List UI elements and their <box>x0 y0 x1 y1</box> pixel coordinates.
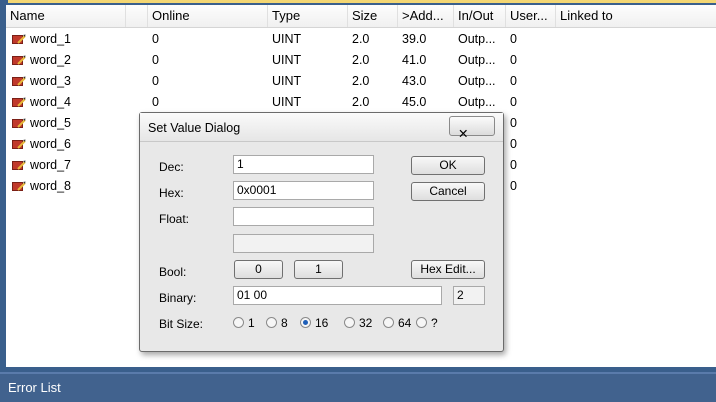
radio-label: 1 <box>248 316 255 330</box>
radio-dot <box>233 317 244 329</box>
col-inout[interactable]: In/Out <box>454 5 506 27</box>
col-size[interactable]: Size <box>348 5 398 27</box>
bitsize-radio-auto[interactable]: ? <box>416 316 438 330</box>
cell-user: 0 <box>510 158 517 172</box>
cell-online: 0 <box>152 53 159 67</box>
binary-size-field: 2 <box>453 286 485 305</box>
cell-name: word_7 <box>30 158 71 172</box>
variable-icon <box>12 139 26 149</box>
dec-label: Dec: <box>159 160 184 174</box>
variable-icon <box>12 118 26 128</box>
radio-dot <box>300 317 311 329</box>
col-type[interactable]: Type <box>268 5 348 27</box>
float-extra-field <box>233 234 374 253</box>
bitsize-radio-32[interactable]: 32 <box>344 316 372 330</box>
cell-user: 0 <box>510 116 517 130</box>
bitsize-radio-1[interactable]: 1 <box>233 316 255 330</box>
cell-addr: 39.0 <box>402 32 427 46</box>
radio-label: ? <box>431 316 438 330</box>
cell-inout: Outp... <box>458 74 496 88</box>
error-list-bar[interactable]: Error List <box>0 372 716 402</box>
cancel-button[interactable]: Cancel <box>411 182 485 201</box>
set-value-dialog: Set Value Dialog ✕ Dec: 1 OK Hex: 0x0001… <box>139 112 504 352</box>
cell-user: 0 <box>510 179 517 193</box>
table-row[interactable]: word_1 0 UINT 2.0 39.0 Outp... 0 <box>6 29 716 50</box>
cell-name: word_6 <box>30 137 71 151</box>
variable-icon <box>12 55 26 65</box>
variable-icon <box>12 181 26 191</box>
bitsize-radio-64[interactable]: 64 <box>383 316 411 330</box>
col-linked[interactable]: Linked to <box>556 5 716 27</box>
cell-type: UINT <box>272 74 302 88</box>
bool-label: Bool: <box>159 265 187 279</box>
cell-user: 0 <box>510 137 517 151</box>
bitsize-radio-8[interactable]: 8 <box>266 316 288 330</box>
cell-addr: 45.0 <box>402 95 427 109</box>
radio-label: 32 <box>359 316 373 330</box>
radio-dot <box>266 317 277 329</box>
bool-false-button[interactable]: 0 <box>234 260 283 279</box>
variable-icon <box>12 76 26 86</box>
close-button[interactable]: ✕ <box>449 116 495 141</box>
cell-type: UINT <box>272 95 302 109</box>
ok-button[interactable]: OK <box>411 156 485 175</box>
radio-dot <box>344 317 355 329</box>
radio-label: 16 <box>315 316 329 330</box>
dialog-title-bar: Set Value Dialog ✕ <box>140 113 503 142</box>
cell-user: 0 <box>510 95 517 109</box>
hex-field[interactable]: 0x0001 <box>233 181 374 200</box>
radio-dot <box>416 317 427 329</box>
cell-online: 0 <box>152 74 159 88</box>
variable-icon <box>12 160 26 170</box>
col-user[interactable]: User... <box>506 5 556 27</box>
hex-edit-button[interactable]: Hex Edit... <box>411 260 485 279</box>
cell-name: word_1 <box>30 32 71 46</box>
cell-name: word_8 <box>30 179 71 193</box>
cell-name: word_4 <box>30 95 71 109</box>
variable-icon <box>12 97 26 107</box>
cell-type: UINT <box>272 32 302 46</box>
bitsize-label: Bit Size: <box>159 317 204 331</box>
col-address[interactable]: >Add... <box>398 5 454 27</box>
binary-label: Binary: <box>159 291 197 305</box>
cell-name: word_2 <box>30 53 71 67</box>
cell-online: 0 <box>152 95 159 109</box>
col-spacer <box>126 5 148 27</box>
strip-accent <box>8 0 716 3</box>
binary-field[interactable]: 01 00 <box>233 286 442 305</box>
cell-user: 0 <box>510 74 517 88</box>
bool-true-button[interactable]: 1 <box>294 260 343 279</box>
variable-icon <box>12 34 26 44</box>
table-row[interactable]: word_4 0 UINT 2.0 45.0 Outp... 0 <box>6 92 716 113</box>
cell-addr: 43.0 <box>402 74 427 88</box>
close-icon: ✕ <box>458 127 469 141</box>
dec-field[interactable]: 1 <box>233 155 374 174</box>
table-header: Name Online Type Size >Add... In/Out Use… <box>6 5 716 28</box>
radio-label: 8 <box>281 316 288 330</box>
hex-label: Hex: <box>159 186 184 200</box>
cell-name: word_5 <box>30 116 71 130</box>
float-label: Float: <box>159 212 190 226</box>
cell-user: 0 <box>510 53 517 67</box>
radio-label: 64 <box>398 316 412 330</box>
cell-online: 0 <box>152 32 159 46</box>
dialog-title: Set Value Dialog <box>148 121 241 135</box>
col-name[interactable]: Name <box>6 5 126 27</box>
cell-inout: Outp... <box>458 95 496 109</box>
cell-inout: Outp... <box>458 32 496 46</box>
cell-addr: 41.0 <box>402 53 427 67</box>
float-field[interactable] <box>233 207 374 226</box>
error-list-label: Error List <box>8 380 61 395</box>
table-row[interactable]: word_3 0 UINT 2.0 43.0 Outp... 0 <box>6 71 716 92</box>
radio-dot <box>383 317 394 329</box>
cell-name: word_3 <box>30 74 71 88</box>
cell-type: UINT <box>272 53 302 67</box>
table-row[interactable]: word_2 0 UINT 2.0 41.0 Outp... 0 <box>6 50 716 71</box>
cell-inout: Outp... <box>458 53 496 67</box>
col-online[interactable]: Online <box>148 5 268 27</box>
bitsize-radio-16[interactable]: 16 <box>300 316 328 330</box>
cell-user: 0 <box>510 32 517 46</box>
